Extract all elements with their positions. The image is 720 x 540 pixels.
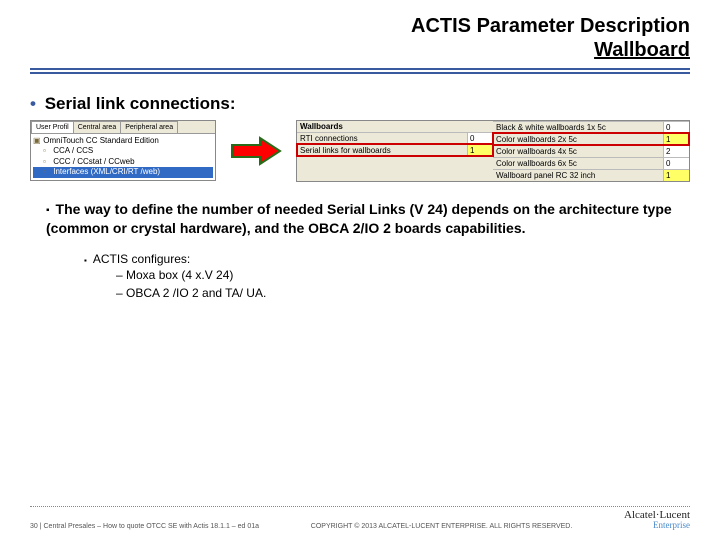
param-value[interactable]: 0 [467,133,493,144]
param-value[interactable]: 0 [663,158,689,169]
param-row-panel-rc32: Wallboard panel RC 32 inch 1 [493,169,689,181]
tree-label: CCA / CCS [53,146,93,155]
arrow-column [226,120,286,166]
tree-item-root[interactable]: ▣ OmniTouch CC Standard Edition [33,136,213,146]
param-label: Black & white wallboards 1x 5c [493,122,663,133]
main-bullet: • Serial link connections: [0,84,720,120]
main-bullet-text: Serial link connections: [45,94,236,113]
tree-label: CCC / CCstat / CCweb [53,157,134,166]
explain-main: ▪The way to define the number of needed … [46,200,674,238]
dash-item-1: – Moxa box (4 x.V 24) [116,266,674,284]
param-label: Color wallboards 6x 5c [493,158,663,169]
tree-item-interfaces[interactable]: ▫ Interfaces (XML/CRI/RT /web) [33,167,213,177]
bullet-square-icon: ▪ [46,205,50,216]
title-line-1: ACTIS Parameter Description [0,14,690,38]
tab-central-area[interactable]: Central area [73,121,122,133]
param-label: Color wallboards 2x 5c [493,134,663,145]
param-value[interactable]: 1 [663,170,689,181]
param-row-color-4x: Color wallboards 4x 5c 2 [493,145,689,157]
dash-list: – Moxa box (4 x.V 24) – OBCA 2 /IO 2 and… [84,266,674,302]
title-line-2: Wallboard [0,38,690,62]
param-value[interactable]: 1 [467,145,493,156]
footer-left: 30 | Central Presales – How to quote OTC… [30,523,259,530]
config-tree-window: User Profil Central area Peripheral area… [30,120,216,181]
param-label: Serial links for wallboards [297,145,467,156]
sub-head: ▪ ACTIS configures: [84,252,674,266]
dash-text: Moxa box (4 x.V 24) [126,268,233,282]
param-row-color-2x: Color wallboards 2x 5c 1 [493,133,689,145]
title-rule [30,68,690,70]
bullet-dot-icon: • [30,94,36,113]
page-icon: ▫ [43,167,51,177]
bullet-square-small-icon: ▪ [84,256,87,265]
explain-main-text: The way to define the number of needed S… [46,201,672,236]
param-label: Wallboard panel RC 32 inch [493,170,663,181]
right-arrow-icon [230,136,282,166]
sub-bullets: ▪ ACTIS configures: – Moxa box (4 x.V 24)… [46,252,674,302]
param-row-serial-links: Serial links for wallboards 1 [297,144,493,156]
config-tree: ▣ OmniTouch CC Standard Edition ▫ CCA / … [31,134,215,180]
param-label: Color wallboards 4x 5c [493,146,663,157]
brand-logo: Alcatel·Lucent Enterprise [624,510,690,530]
param-value[interactable]: 2 [663,146,689,157]
dash-text: OBCA 2 /IO 2 and TA/ UA. [126,286,266,300]
param-row-bw-1x: Black & white wallboards 1x 5c 0 [493,121,689,133]
footer-divider [30,506,690,507]
body-text: ▪The way to define the number of needed … [0,182,720,302]
page-icon: ▫ [43,146,51,156]
param-value[interactable]: 0 [663,122,689,133]
tree-item-ccc[interactable]: ▫ CCC / CCstat / CCweb [33,157,213,167]
footer-copyright: COPYRIGHT © 2013 ALCATEL-LUCENT ENTERPRI… [259,523,624,530]
title-rule-2 [30,72,690,74]
params-left-col: Wallboards RTI connections 0 Serial link… [297,121,493,181]
folder-icon: ▣ [33,136,41,146]
tree-label: Interfaces (XML/CRI/RT /web) [53,167,160,176]
slide-footer: 30 | Central Presales – How to quote OTC… [0,506,720,530]
dash-item-2: – OBCA 2 /IO 2 and TA/ UA. [116,284,674,302]
logo-line-2: Enterprise [624,521,690,530]
screenshot-row: User Profil Central area Peripheral area… [0,120,720,182]
slide-title: ACTIS Parameter Description Wallboard [0,0,720,62]
tree-label: OmniTouch CC Standard Edition [43,136,159,145]
param-row-color-6x: Color wallboards 6x 5c 0 [493,157,689,169]
page-icon: ▫ [43,157,51,167]
tab-user-profil[interactable]: User Profil [31,121,74,133]
param-value[interactable]: 1 [663,134,689,145]
params-right-col: Black & white wallboards 1x 5c 0 Color w… [493,121,689,181]
params-window: Wallboards RTI connections 0 Serial link… [296,120,690,182]
param-label: RTI connections [297,133,467,144]
param-row-rti: RTI connections 0 [297,132,493,144]
tree-item-cca[interactable]: ▫ CCA / CCS [33,146,213,156]
tab-peripheral-area[interactable]: Peripheral area [120,121,178,133]
tree-tabs: User Profil Central area Peripheral area [31,121,215,134]
params-section-head: Wallboards [297,121,493,132]
sub-head-text: ACTIS configures: [93,252,190,266]
